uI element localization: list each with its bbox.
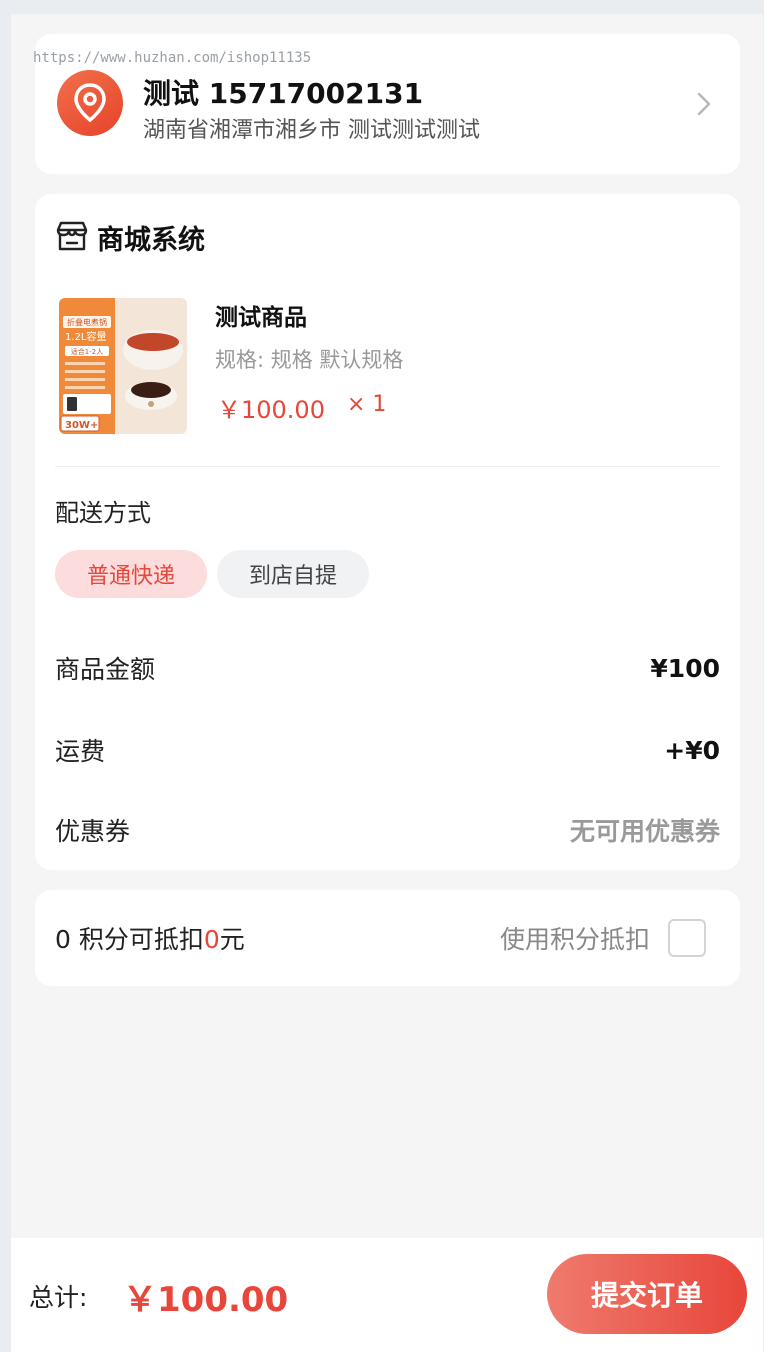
- shop-header: 商城系统: [55, 218, 205, 257]
- shipping-option-pickup[interactable]: 到店自提: [217, 550, 369, 598]
- use-points-checkbox[interactable]: [668, 919, 706, 957]
- points-info: 0 积分可抵扣0元: [55, 920, 245, 956]
- summary-value: +¥0: [664, 735, 720, 765]
- summary-label: 商品金额: [55, 655, 156, 684]
- address-detail: 湖南省湘潭市湘乡市 测试测试测试: [143, 118, 480, 143]
- svg-text:1.2L容量: 1.2L容量: [65, 330, 106, 343]
- product-image[interactable]: 折叠电煮锅 1.2L容量 适合1-2人 30W+: [59, 298, 187, 434]
- product-spec: 规格: 规格 默认规格: [215, 348, 404, 372]
- points-prefix: 0 积分可抵扣: [55, 925, 204, 954]
- watermark: https://www.huzhan.com/ishop11135: [33, 50, 312, 66]
- summary-row-goods: 商品金额 ¥100: [55, 650, 720, 686]
- submit-order-button[interactable]: 提交订单: [547, 1254, 747, 1334]
- location-pin-icon: [57, 70, 123, 136]
- order-card: 商城系统 折叠电煮锅 1.2L容量 适合1-2人 30W+ 测试商品 规格: 规…: [35, 194, 740, 870]
- svg-text:折叠电煮锅: 折叠电煮锅: [67, 317, 107, 327]
- summary-row-freight: 运费 +¥0: [55, 732, 720, 768]
- points-suffix: 元: [219, 925, 245, 954]
- summary-label: 运费: [55, 737, 106, 766]
- product-name: 测试商品: [215, 305, 307, 331]
- points-amount: 0: [203, 925, 220, 954]
- summary-row-coupon[interactable]: 优惠券 无可用优惠券: [55, 812, 720, 848]
- divider: [55, 466, 720, 467]
- product-price: ￥100.00: [217, 396, 325, 424]
- summary-label: 优惠券: [55, 817, 131, 846]
- total-label: 总计:: [29, 1283, 88, 1312]
- total-value: ￥100.00: [123, 1280, 289, 1320]
- address-name-phone: 测试 15717002131: [143, 77, 424, 110]
- shipping-title: 配送方式: [55, 499, 151, 527]
- summary-value: ¥100: [650, 653, 720, 683]
- shop-name: 商城系统: [97, 225, 205, 256]
- svg-text:30W+: 30W+: [65, 420, 98, 431]
- coupon-value[interactable]: 无可用优惠券: [570, 812, 720, 848]
- svg-text:适合1-2人: 适合1-2人: [71, 347, 103, 356]
- store-icon: [55, 220, 89, 256]
- product-quantity: × 1: [347, 392, 387, 417]
- shipping-option-express[interactable]: 普通快递: [55, 550, 207, 598]
- chevron-right-icon[interactable]: [696, 90, 712, 122]
- use-points-label: 使用积分抵扣: [499, 925, 650, 954]
- bottom-bar: 总计: ￥100.00 提交订单: [11, 1238, 763, 1352]
- points-card: 0 积分可抵扣0元 使用积分抵扣: [35, 890, 740, 986]
